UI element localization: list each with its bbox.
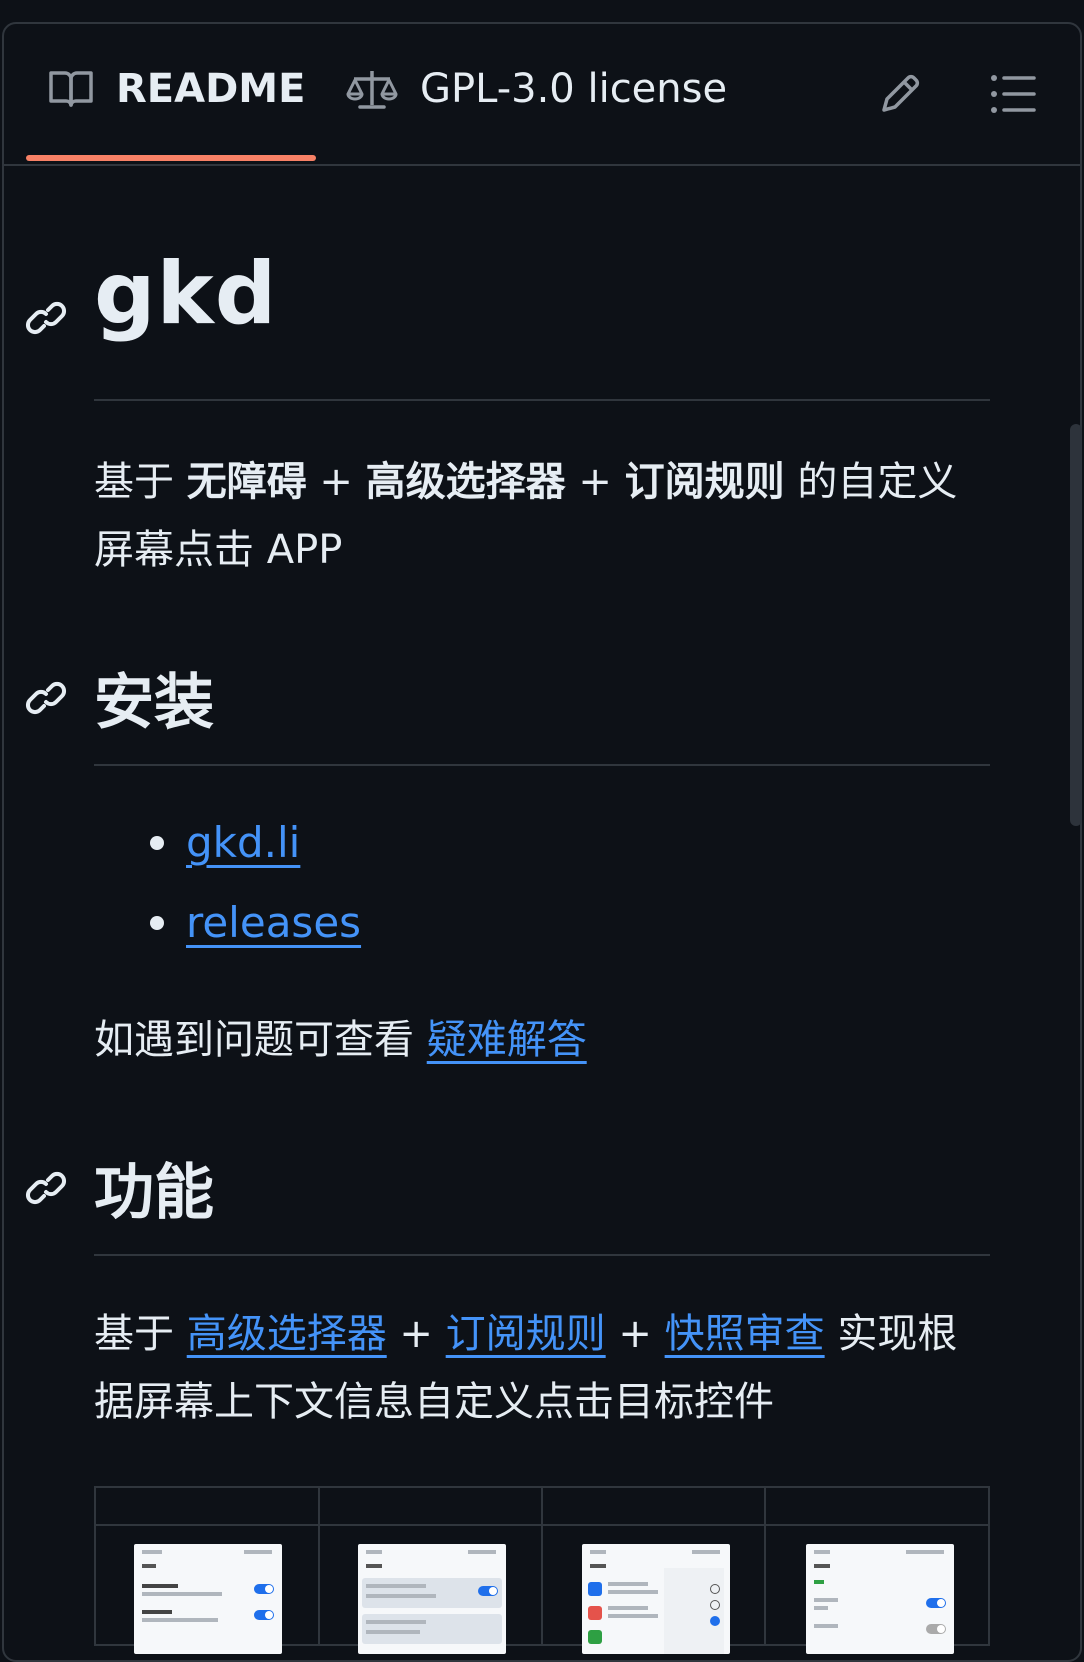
intro-plus: + [565,459,625,505]
column-divider [541,1488,543,1644]
features-heading: 功能 [94,1158,214,1228]
readme-tabbar: README GPL-3.0 license [4,24,1080,166]
link-subscription-rules[interactable]: 订阅规则 [446,1311,606,1357]
scrollbar-thumb[interactable] [1070,424,1082,826]
column-divider [764,1488,766,1644]
features-plus: + [605,1311,665,1357]
intro-text: 基于 [94,459,187,505]
features-text: 基于 [94,1311,187,1357]
list-item: releases [150,898,361,947]
faq-paragraph: 如遇到问题可查看 疑难解答 [94,1006,974,1074]
link-releases[interactable]: releases [186,898,361,947]
title-divider [94,399,990,401]
scale-icon [346,71,398,109]
intro-bold-subscription: 订阅规则 [624,459,785,505]
intro-plus: + [306,459,366,505]
faq-text: 如遇到问题可查看 [94,1017,427,1063]
bullet [150,835,164,850]
book-icon [49,71,93,107]
install-divider [94,764,990,766]
screenshot-home[interactable] [134,1544,282,1654]
link-gkd-li[interactable]: gkd.li [186,818,300,867]
screenshot-apps[interactable] [582,1544,730,1654]
screenshot-table [94,1486,990,1654]
link-icon[interactable] [24,296,68,340]
tab-license[interactable]: GPL-3.0 license [346,64,727,114]
intro-bold-accessibility: 无障碍 [186,459,307,505]
bullet [150,915,164,930]
link-icon[interactable] [24,676,68,720]
link-faq[interactable]: 疑难解答 [427,1017,587,1063]
features-paragraph: 基于 高级选择器 + 订阅规则 + 快照审查 实现根据屏幕上下文信息自定义点击目… [94,1300,974,1436]
pencil-icon[interactable] [876,72,922,118]
link-icon[interactable] [24,1166,68,1210]
list-icon[interactable] [990,72,1036,116]
intro-paragraph: 基于 无障碍 + 高级选择器 + 订阅规则 的自定义屏幕点击 APP [94,448,974,584]
link-snapshot-review[interactable]: 快照审查 [665,1311,825,1357]
intro-bold-selector: 高级选择器 [365,459,566,505]
active-tab-indicator [26,155,316,161]
screenshot-settings[interactable] [806,1544,954,1654]
tab-readme[interactable]: README [48,64,305,114]
list-item: gkd.li [150,818,300,867]
link-advanced-selector[interactable]: 高级选择器 [187,1311,387,1357]
tab-license-label: GPL-3.0 license [420,66,728,112]
page-title: gkd [94,244,278,344]
features-plus: + [386,1311,446,1357]
screenshot-subscription[interactable] [358,1544,506,1654]
install-heading: 安装 [94,668,214,738]
column-divider [318,1488,320,1644]
tab-readme-label: README [116,66,306,112]
features-divider [94,1254,990,1256]
